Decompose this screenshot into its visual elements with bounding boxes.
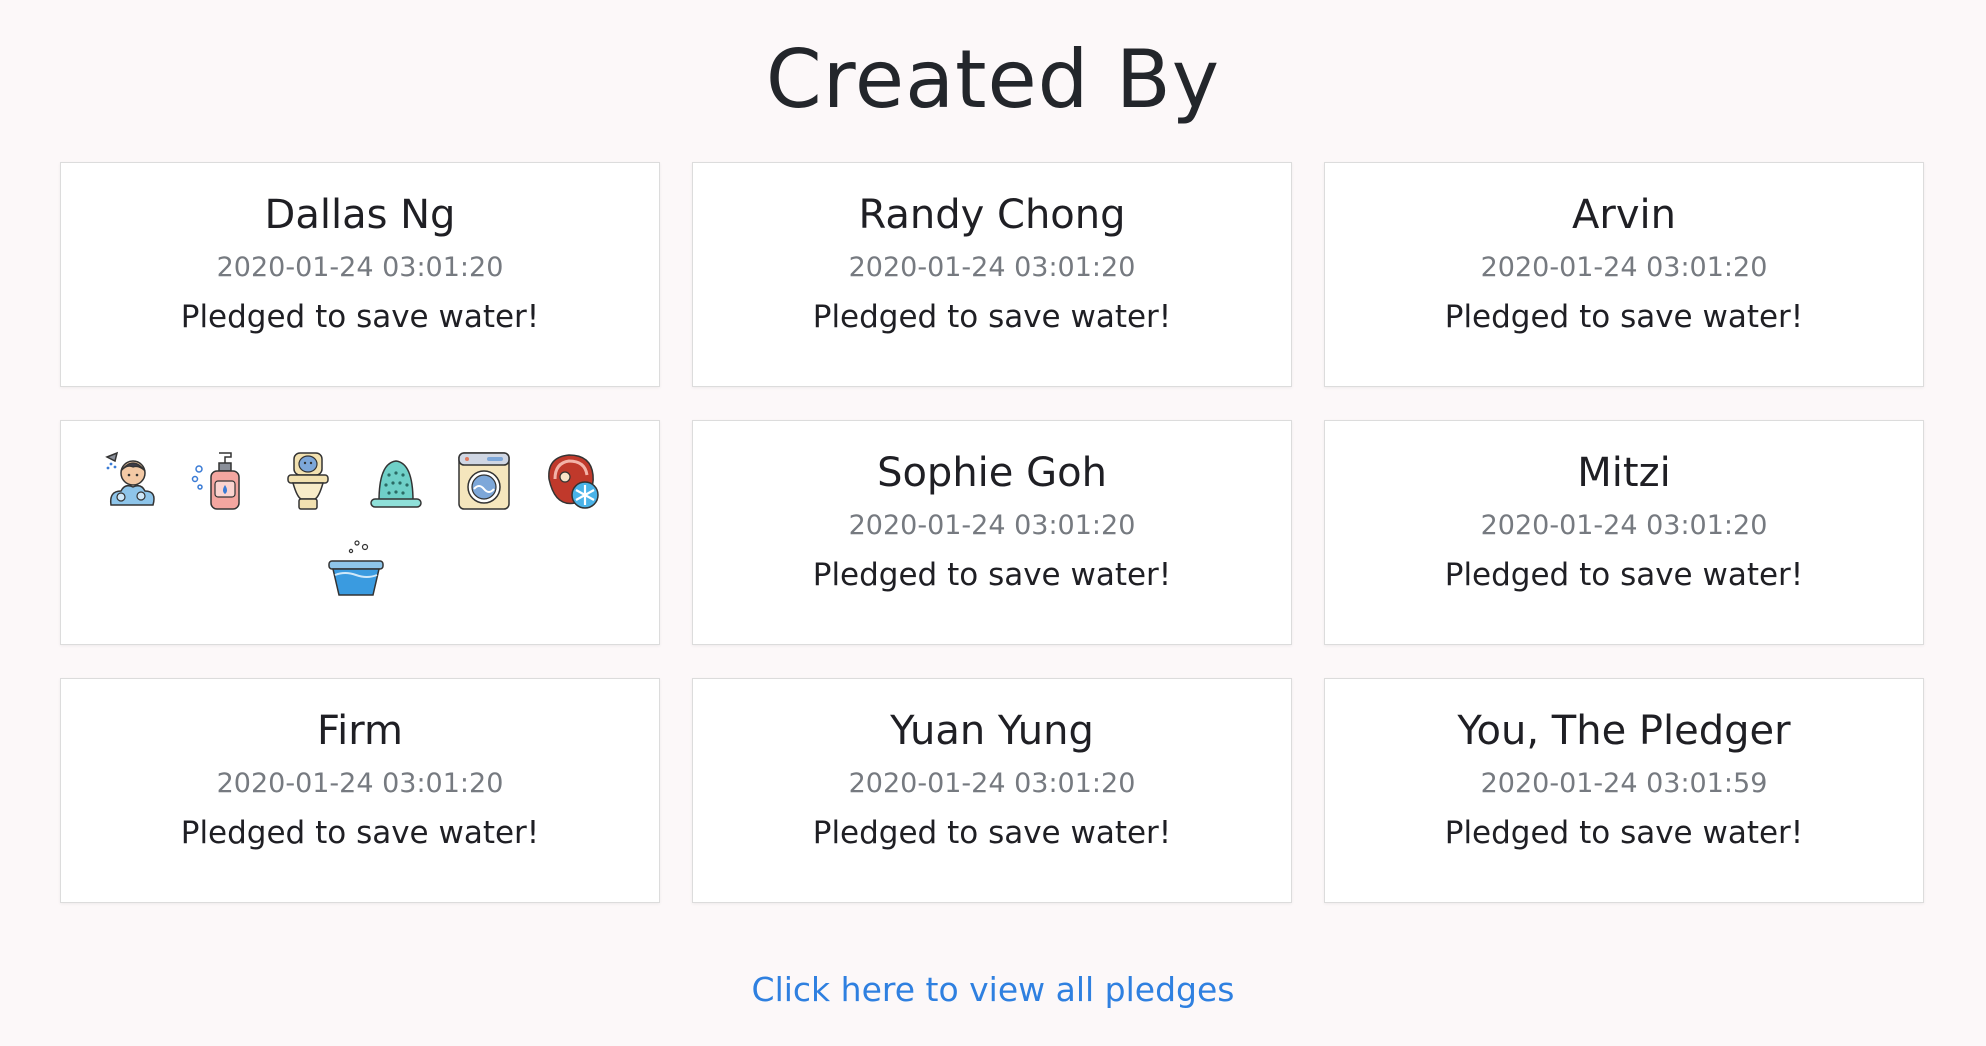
pledge-card: Dallas Ng 2020-01-24 03:01:20 Pledged to…	[60, 162, 660, 387]
pledge-message: Pledged to save water!	[180, 815, 540, 851]
frozen-meat-icon	[548, 454, 599, 509]
washing-machine-icon	[458, 452, 510, 510]
pledge-message: Pledged to save water!	[812, 557, 1172, 593]
thimble-icon	[370, 460, 422, 508]
pledge-card: Sophie Goh 2020-01-24 03:01:20 Pledged t…	[692, 420, 1292, 645]
pledge-message: Pledged to save water!	[180, 299, 540, 335]
pledge-date: 2020-01-24 03:01:20	[1480, 510, 1768, 541]
pledge-card: Mitzi 2020-01-24 03:01:20 Pledged to sav…	[1324, 420, 1924, 645]
pledge-date: 2020-01-24 03:01:20	[848, 252, 1136, 283]
pledger-name: You, The Pledger	[1457, 708, 1791, 754]
pledger-name: Yuan Yung	[890, 708, 1094, 754]
pledge-message: Pledged to save water!	[1444, 557, 1804, 593]
pledge-message: Pledged to save water!	[1444, 815, 1804, 851]
water-saving-icons-card	[60, 420, 660, 645]
pledger-name: Mitzi	[1577, 450, 1671, 496]
pledger-name: Firm	[317, 708, 403, 754]
page-title: Created By	[765, 33, 1221, 126]
pledge-card: Yuan Yung 2020-01-24 03:01:20 Pledged to…	[692, 678, 1292, 903]
pledge-date: 2020-01-24 03:01:20	[1480, 252, 1768, 283]
soap-dispenser-icon	[191, 452, 240, 510]
pledger-name: Dallas Ng	[264, 192, 456, 238]
icon-row	[325, 537, 387, 601]
pledge-date: 2020-01-24 03:01:20	[848, 768, 1136, 799]
pledge-grid: Dallas Ng 2020-01-24 03:01:20 Pledged to…	[60, 162, 1924, 903]
pledge-date: 2020-01-24 03:01:20	[216, 252, 504, 283]
pledge-message: Pledged to save water!	[812, 299, 1172, 335]
pledger-name: Arvin	[1572, 192, 1676, 238]
pledge-message: Pledged to save water!	[1444, 299, 1804, 335]
pledger-name: Randy Chong	[858, 192, 1126, 238]
pledge-date: 2020-01-24 03:01:20	[216, 768, 504, 799]
pledge-card: Arvin 2020-01-24 03:01:20 Pledged to sav…	[1324, 162, 1924, 387]
pledge-date: 2020-01-24 03:01:20	[848, 510, 1136, 541]
water-basin-icon	[328, 540, 384, 596]
pledge-card: Randy Chong 2020-01-24 03:01:20 Pledged …	[692, 162, 1292, 387]
pledger-name: Sophie Goh	[877, 450, 1107, 496]
shower-icon	[105, 451, 155, 506]
pledge-date: 2020-01-24 03:01:59	[1480, 768, 1768, 799]
pledge-card: Firm 2020-01-24 03:01:20 Pledged to save…	[60, 678, 660, 903]
toilet-icon	[287, 452, 329, 510]
view-all-pledges-link[interactable]: Click here to view all pledges	[0, 966, 1986, 1014]
pledge-message: Pledged to save water!	[812, 815, 1172, 851]
icon-row	[101, 449, 603, 513]
pledge-card: You, The Pledger 2020-01-24 03:01:59 Ple…	[1324, 678, 1924, 903]
